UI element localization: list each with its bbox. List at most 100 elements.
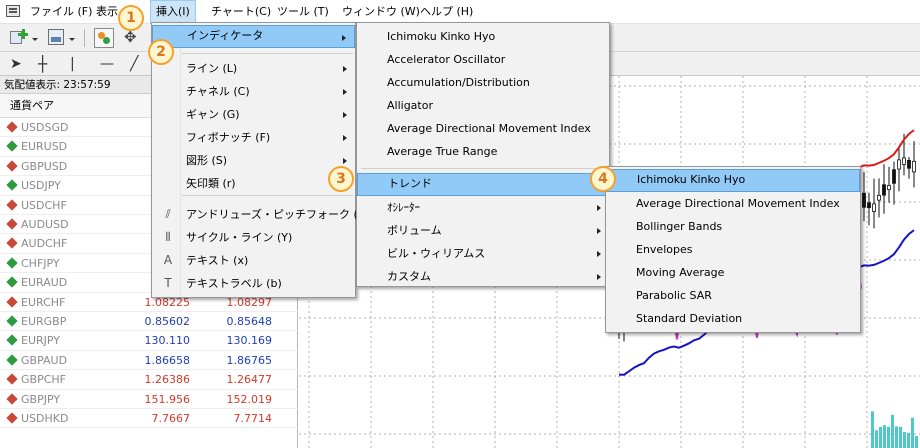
callout-badge: 4	[590, 166, 616, 192]
submenu-arrow-icon	[343, 135, 347, 141]
insert-menu-item[interactable]: フィボナッチ (F)	[152, 126, 355, 149]
candle-body	[897, 159, 901, 170]
market-watch-row[interactable]: GBPAUD 1.86658 1.86765	[0, 351, 298, 371]
submenu-arrow-icon	[597, 251, 601, 257]
menu-item-label: チャネル (C)	[186, 85, 250, 98]
symbol-label: EURAUD	[21, 276, 68, 290]
indicator-menu-item[interactable]: ビル・ウィリアムス	[357, 242, 609, 265]
insert-menu-item[interactable]: ⦀ サイクル・ライン (Y)	[152, 226, 355, 249]
trend-line-icon[interactable]: ╱	[130, 54, 138, 74]
symbol-label: USDHKD	[21, 412, 69, 425]
insert-menu-item[interactable]: ⫽ アンドリューズ・ピッチフォーク (A)	[152, 203, 369, 226]
menu-item-label: ライン (L)	[186, 62, 238, 75]
chevron-down-icon[interactable]	[69, 38, 75, 41]
market-watch-row[interactable]: GBPCHF 1.26386 1.26477	[0, 370, 298, 390]
vertical-line-icon[interactable]: |	[70, 54, 75, 74]
bid-price: 0.85602	[144, 315, 191, 328]
indicator-menu-item[interactable]: Accumulation/Distribution	[357, 71, 609, 94]
indicator-menu-item[interactable]: カスタム	[357, 265, 609, 288]
submenu-arrow-icon	[597, 205, 601, 211]
market-watch-row[interactable]: GBPJPY 151.956 152.019	[0, 390, 298, 409]
menu-item-label: Accelerator Oscillator	[387, 53, 506, 66]
menu-item-label: テキスト (x)	[186, 254, 249, 267]
symbol-label: EURUSD	[21, 140, 68, 154]
market-watch-row[interactable]: EURJPY 130.110 130.169	[0, 331, 298, 351]
arrow-down-icon	[6, 237, 18, 250]
trend-menu-item[interactable]: Bollinger Bands	[606, 215, 860, 238]
symbol-label: AUDCHF	[21, 237, 68, 251]
indicator-menu-item[interactable]: Average Directional Movement Index	[357, 117, 609, 140]
arrow-down-icon	[6, 121, 18, 133]
app-menu-icon[interactable]	[6, 5, 20, 17]
submenu-arrow-icon	[342, 35, 346, 41]
arrow-up-icon	[6, 257, 18, 269]
market-watch-icon[interactable]	[94, 28, 114, 48]
histogram-bar	[907, 432, 910, 448]
menu-item-label: サイクル・ライン (Y)	[186, 231, 293, 244]
cursor-icon[interactable]: ➤	[10, 54, 22, 74]
arrow-up-icon	[6, 276, 18, 288]
menu-tools[interactable]: ツール (T)	[277, 0, 329, 24]
new-chart-icon[interactable]	[10, 29, 28, 45]
insert-menu: インディケータ ライン (L) チャネル (C) ギャン (G) フィボナッチ (F) 図…	[151, 22, 370, 298]
trend-menu-item[interactable]: Standard Deviation	[606, 307, 860, 330]
menu-insert[interactable]: 挿入(I)	[150, 0, 196, 24]
trend-menu-item[interactable]: Envelopes	[606, 238, 860, 261]
ask-price: 1.86765	[226, 353, 273, 367]
trend-menu-item[interactable]: Moving Average	[606, 261, 860, 284]
insert-menu-item[interactable]: 図形 (S)	[152, 149, 355, 172]
indicator-menu-item[interactable]: Alligator	[357, 94, 609, 117]
menu-help[interactable]: ヘルプ (H)	[420, 0, 473, 24]
crosshair-tool-icon[interactable]: ┼	[38, 54, 47, 74]
insert-menu-item[interactable]: ライン (L)	[152, 57, 355, 80]
market-watch-row[interactable]: USDHKD 7.7667 7.7714	[0, 409, 298, 429]
candle-body	[877, 195, 881, 201]
menu-item-label: Average True Range	[387, 145, 498, 158]
candle-body	[892, 169, 896, 184]
menu-chart[interactable]: チャート(C)	[211, 0, 271, 24]
market-watch-row[interactable]: EURGBP 0.85602 0.85648	[0, 312, 298, 332]
insert-menu-item[interactable]: A テキスト (x)	[152, 249, 355, 272]
indicator-menu-item[interactable]: Average True Range	[357, 140, 609, 163]
indicator-menu-item[interactable]: Accelerator Oscillator	[357, 48, 609, 71]
menu-item-label: テキストラベル (b)	[186, 277, 282, 290]
candle-body	[907, 159, 911, 169]
insert-menu-item[interactable]: T テキストラベル (b)	[152, 272, 355, 295]
arrow-up-icon	[6, 179, 18, 191]
callout-badge: 1	[118, 5, 144, 31]
menu-file[interactable]: ファイル (F)	[30, 0, 92, 24]
candle-body	[862, 192, 866, 208]
bid-price: 130.110	[144, 334, 191, 348]
insert-menu-item[interactable]: 矢印類 (r)	[152, 172, 355, 195]
menu-item-label: Average Directional Movement Index	[636, 197, 840, 210]
submenu-arrow-icon	[343, 112, 347, 118]
indicator-menu-item[interactable]: ｵｼﾚｰﾀｰ	[357, 196, 609, 219]
arrow-up-icon	[6, 140, 18, 153]
insert-menu-item[interactable]: チャネル (C)	[152, 80, 355, 103]
candle-body	[872, 203, 876, 212]
candle-body	[867, 202, 871, 209]
candle-body	[887, 185, 891, 191]
menu-window[interactable]: ウィンドウ (W)	[342, 0, 420, 24]
trend-menu-item[interactable]: Ichimoku Kinko Hyo	[606, 169, 860, 192]
indicator-menu-item[interactable]: Ichimoku Kinko Hyo	[357, 25, 609, 48]
profiles-icon[interactable]	[48, 29, 64, 45]
indicator-menu-item[interactable]: トレンド	[357, 173, 609, 196]
histogram-bar	[887, 426, 890, 448]
insert-menu-item[interactable]: インディケータ	[152, 25, 355, 48]
trend-menu-item[interactable]: Parabolic SAR	[606, 284, 860, 307]
horizontal-line-icon[interactable]: —	[100, 54, 114, 74]
chevron-down-icon[interactable]	[32, 38, 38, 41]
symbol-label: AUDUSD	[21, 218, 69, 231]
menu-item-label: フィボナッチ (F)	[186, 131, 271, 144]
arrow-down-icon	[6, 392, 18, 405]
indicator-menu-item[interactable]: ボリューム	[357, 219, 609, 242]
menu-separator	[182, 195, 353, 196]
insert-menu-item[interactable]: ギャン (G)	[152, 103, 355, 126]
menu-view[interactable]: 表示	[96, 0, 118, 24]
trend-submenu: Ichimoku Kinko Hyo Average Directional Mo…	[605, 166, 861, 333]
callout-badge: 3	[328, 166, 354, 192]
callout-badge: 2	[148, 39, 174, 65]
menu-item-label: インディケータ	[187, 29, 264, 42]
trend-menu-item[interactable]: Average Directional Movement Index	[606, 192, 860, 215]
